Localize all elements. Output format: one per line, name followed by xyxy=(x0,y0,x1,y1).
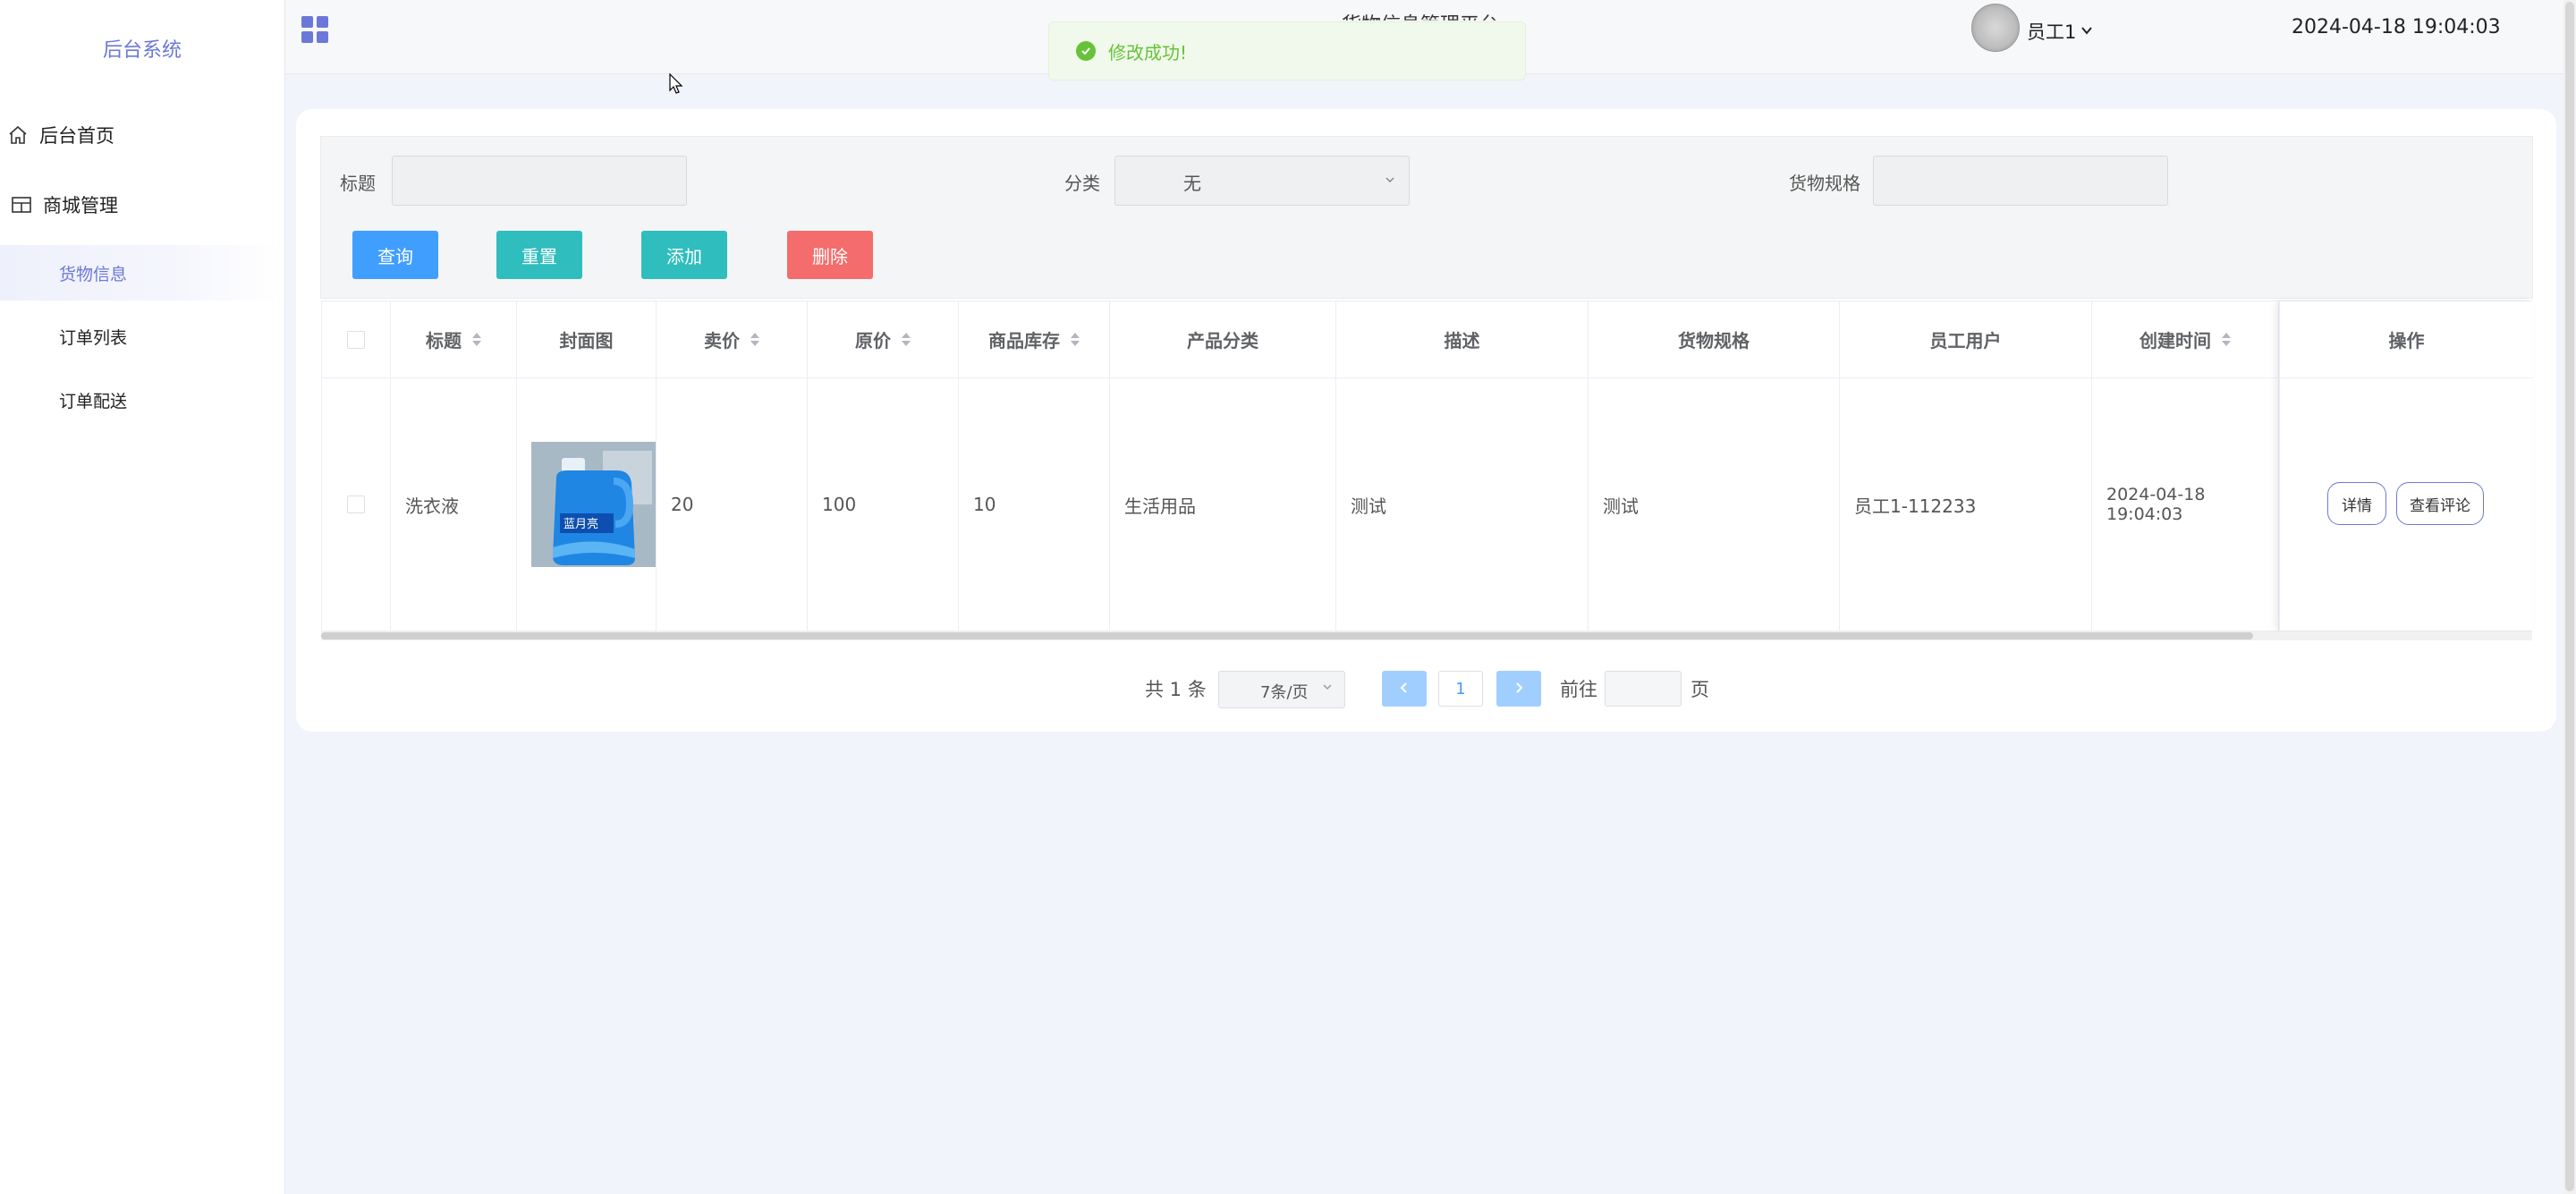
table-header-cover: 封面图 xyxy=(517,301,657,378)
table-cell-stock: 10 xyxy=(959,378,1110,631)
filter-title-input[interactable] xyxy=(392,156,687,206)
sidebar-item-order-list[interactable]: 订单列表 xyxy=(0,309,284,364)
chevron-down-icon xyxy=(1384,169,1396,191)
success-check-icon xyxy=(1076,41,1096,61)
sidebar-item-label: 货物信息 xyxy=(59,264,128,284)
mouse-cursor-icon xyxy=(669,72,683,95)
table-cell-select[interactable] xyxy=(322,378,391,631)
table-header-stock[interactable]: 商品库存 xyxy=(959,301,1110,378)
brand-title: 后台系统 xyxy=(102,39,182,62)
table-cell-title: 洗衣液 xyxy=(391,378,517,631)
filter-spec-input[interactable] xyxy=(1873,156,2168,206)
home-icon xyxy=(7,124,29,146)
table-header-spec: 货物规格 xyxy=(1589,301,1840,378)
sidebar-item-label: 订单配送 xyxy=(59,391,128,411)
table-cell-original-price: 100 xyxy=(808,378,959,631)
svg-text:蓝月亮: 蓝月亮 xyxy=(564,517,598,531)
filter-spec-label: 货物规格 xyxy=(1789,173,1860,194)
sidebar-item-label: 订单列表 xyxy=(59,327,128,348)
select-all-checkbox[interactable] xyxy=(347,330,365,349)
detail-button[interactable]: 详情 xyxy=(2327,482,2386,525)
table-cell-employee: 员工1-112233 xyxy=(1840,378,2092,631)
sidebar-item-label: 商城管理 xyxy=(43,195,118,216)
query-button[interactable]: 查询 xyxy=(352,231,438,279)
sort-icon[interactable] xyxy=(472,333,481,346)
sort-icon[interactable] xyxy=(902,333,911,346)
shop-management-icon xyxy=(11,194,32,216)
pagination-total: 共 1 条 xyxy=(1145,679,1207,700)
goto-label: 前往 xyxy=(1560,679,1597,700)
goto-page-input[interactable] xyxy=(1605,671,1682,707)
table-header-original-price[interactable]: 原价 xyxy=(808,301,959,378)
current-datetime: 2024-04-18 19:04:03 xyxy=(2292,16,2501,38)
table-cell-spec: 测试 xyxy=(1589,378,1840,631)
table-cell-cover: 蓝月亮 xyxy=(517,378,657,631)
table-header-title[interactable]: 标题 xyxy=(391,301,517,378)
page-number-button[interactable]: 1 xyxy=(1438,671,1483,707)
toast-message: 修改成功! xyxy=(1108,41,1188,64)
table-header-description: 描述 xyxy=(1336,301,1589,378)
chevron-down-icon xyxy=(2080,21,2094,42)
prev-page-button[interactable] xyxy=(1382,671,1427,707)
success-toast: 修改成功! xyxy=(1048,21,1526,80)
delete-button[interactable]: 删除 xyxy=(787,231,873,279)
sidebar: 后台系统 后台首页 商城管理 货物信息 订单列表 订单配送 xyxy=(0,0,285,1194)
table-cell-category: 生活用品 xyxy=(1110,378,1336,631)
cover-image[interactable]: 蓝月亮 xyxy=(531,442,656,567)
next-page-button[interactable] xyxy=(1496,671,1541,707)
filter-category-label: 分类 xyxy=(1064,173,1100,194)
sidebar-item-home[interactable]: 后台首页 xyxy=(0,107,284,163)
sidebar-item-order-delivery[interactable]: 订单配送 xyxy=(0,372,284,428)
table-header-select-all[interactable] xyxy=(322,301,391,378)
sidebar-item-shop-management[interactable]: 商城管理 xyxy=(0,177,284,233)
view-reviews-button[interactable]: 查看评论 xyxy=(2396,482,2484,525)
table-header-category: 产品分类 xyxy=(1110,301,1336,378)
page-size-value: 7条/页 xyxy=(1260,683,1309,702)
table-header-operation: 操作 xyxy=(2280,301,2533,378)
filter-title-label: 标题 xyxy=(340,173,376,194)
table-cell-description: 测试 xyxy=(1336,378,1589,631)
sort-icon[interactable] xyxy=(2222,333,2231,346)
user-avatar[interactable] xyxy=(1971,4,2020,52)
table-cell-price: 20 xyxy=(657,378,808,631)
filter-category-value: 无 xyxy=(1183,173,1201,194)
table-horizontal-scrollbar[interactable] xyxy=(321,631,2532,640)
reset-button[interactable]: 重置 xyxy=(496,231,582,279)
chevron-right-icon xyxy=(1513,680,1525,699)
row-checkbox[interactable] xyxy=(347,495,365,513)
sort-icon[interactable] xyxy=(750,333,759,346)
chevron-left-icon xyxy=(1398,680,1411,699)
filter-category-select[interactable]: 无 xyxy=(1114,156,1410,206)
page-size-select[interactable]: 7条/页 xyxy=(1218,671,1345,708)
goods-table: 标题 封面图 卖价 原价 商品库存 产品分类 描述 货物规格 员工用户 创建时间… xyxy=(321,301,2533,631)
user-menu[interactable]: 员工1 xyxy=(2027,18,2094,45)
table-header-created[interactable]: 创建时间 xyxy=(2092,301,2279,378)
table-header-employee: 员工用户 xyxy=(1840,301,2092,378)
laundry-detergent-bottle-icon: 蓝月亮 xyxy=(531,442,656,567)
page-scrollbar[interactable] xyxy=(2563,0,2576,1194)
page-unit-label: 页 xyxy=(1690,679,1709,700)
sidebar-item-goods-info[interactable]: 货物信息 xyxy=(0,245,284,301)
menu-grid-icon[interactable] xyxy=(301,16,328,43)
operation-column: 操作 详情 查看评论 xyxy=(2279,301,2533,631)
sort-icon[interactable] xyxy=(1071,333,1080,346)
user-name: 员工1 xyxy=(2027,21,2077,43)
chevron-down-icon xyxy=(1321,679,1334,698)
add-button[interactable]: 添加 xyxy=(641,231,727,279)
table-header-price[interactable]: 卖价 xyxy=(657,301,808,378)
sidebar-item-label: 后台首页 xyxy=(39,125,114,147)
table-cell-created: 2024-04-18 19:04:03 xyxy=(2092,378,2279,631)
